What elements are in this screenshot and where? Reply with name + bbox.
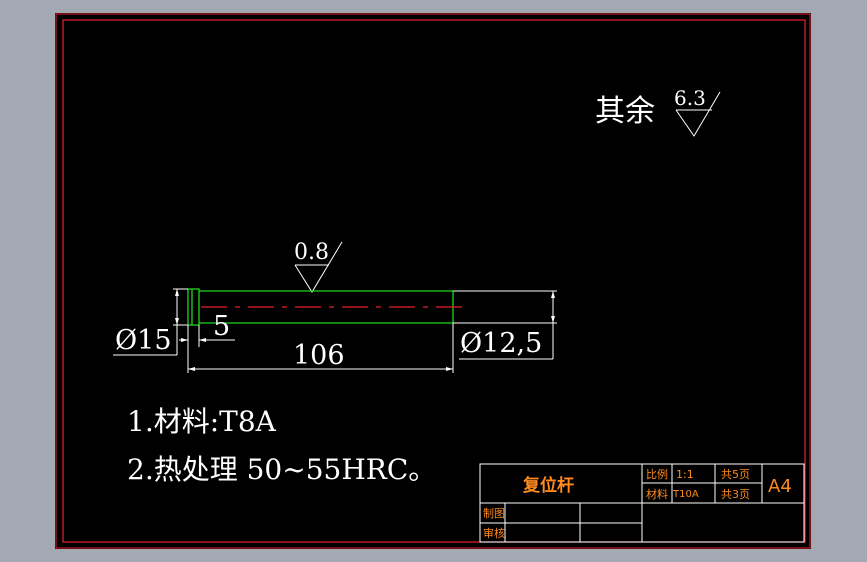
scale-label: 比例 <box>646 467 668 481</box>
checked-by-label: 审核 <box>483 526 505 540</box>
scale-value: 1:1 <box>676 468 694 481</box>
cad-drawing: 其余 6.3 0.8 Ø15 5 106 Ø12,5 1.材料:T8A 2.热处… <box>55 13 811 549</box>
total-sheets: 共5页 <box>721 468 750 481</box>
total-length-dimension: 106 <box>293 340 345 371</box>
head-length-dimension: 5 <box>213 311 230 342</box>
shaft-finish-value: 0.8 <box>294 240 329 265</box>
other-finish-value: 6.3 <box>674 86 706 110</box>
note-heat-treatment: 2.热处理 50~55HRC。 <box>127 453 436 486</box>
material-label: 材料 <box>646 487 668 501</box>
note-material: 1.材料:T8A <box>127 405 277 438</box>
other-finish-label: 其余 <box>595 94 655 129</box>
head-diameter-dimension: Ø15 <box>115 325 172 356</box>
drawn-by-label: 制图 <box>483 507 505 520</box>
part-name: 复位杆 <box>522 475 574 496</box>
drawing-sheet: 其余 6.3 0.8 Ø15 5 106 Ø12,5 1.材料:T8A 2.热处… <box>55 13 811 549</box>
paper-size: A4 <box>768 476 792 497</box>
shaft-diameter-dimension: Ø12,5 <box>460 328 542 359</box>
material-value: T10A <box>672 489 699 500</box>
sheet-number: 共3页 <box>721 488 750 501</box>
